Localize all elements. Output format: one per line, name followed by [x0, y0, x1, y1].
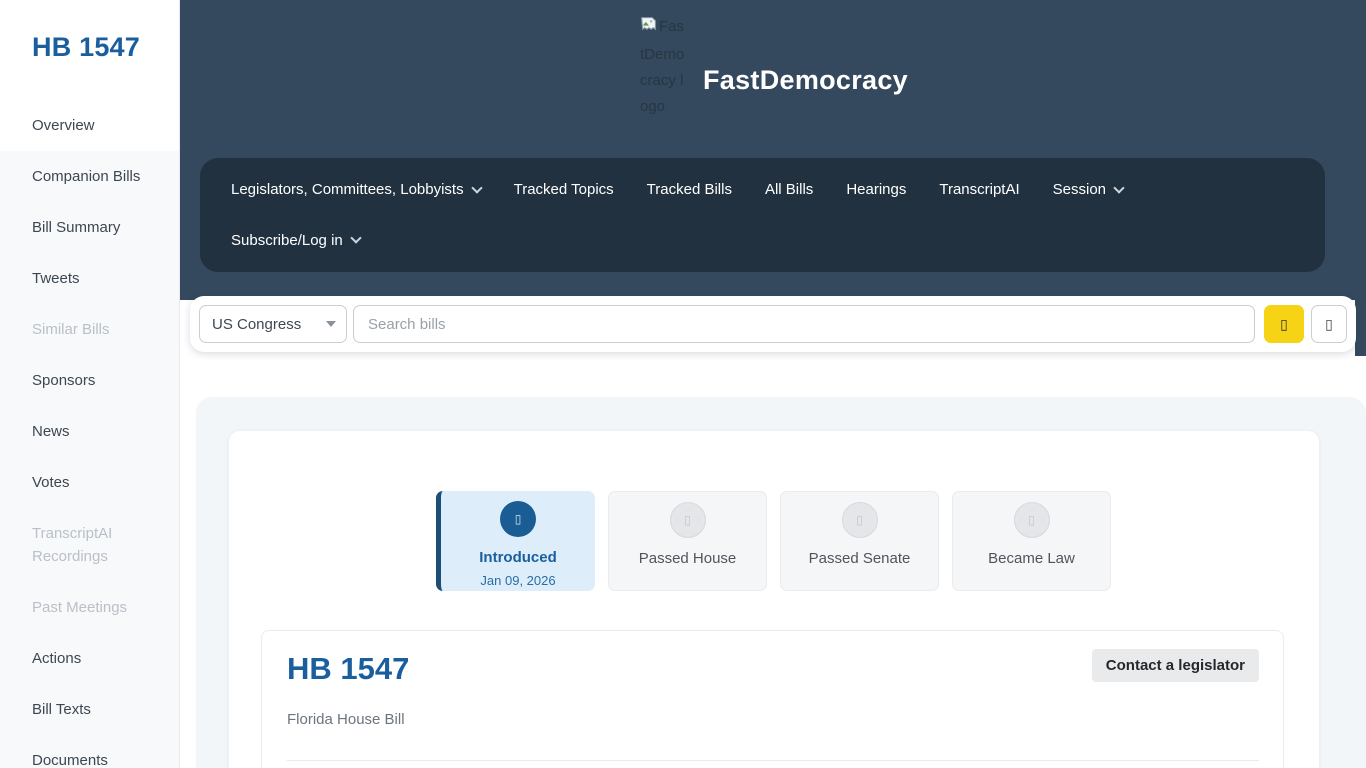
- broken-image-icon: [640, 16, 657, 42]
- nav-label: All Bills: [765, 181, 813, 198]
- main-panel: ▯ Introduced Jan 09, 2026 ▯ Passed House…: [196, 397, 1366, 768]
- sidebar-bill-title: HB 1547: [32, 32, 179, 63]
- step-date: Jan 09, 2026: [441, 573, 595, 588]
- missing-glyph-icon: ▯: [515, 512, 522, 526]
- nav-item-subscribe-login[interactable]: Subscribe/Log in: [231, 232, 360, 249]
- passed-house-step-icon: ▯: [670, 502, 706, 538]
- sidebar: HB 1547 Overview Companion Bills Bill Su…: [0, 0, 180, 768]
- sidebar-item-overview[interactable]: Overview: [0, 100, 179, 151]
- sidebar-item-past-meetings: Past Meetings: [0, 582, 179, 633]
- passed-senate-step-icon: ▯: [842, 502, 878, 538]
- nav-item-all-bills[interactable]: All Bills: [765, 181, 813, 198]
- nav-row-secondary: Subscribe/Log in: [231, 229, 1294, 253]
- progress-step-passed-house: ▯ Passed House: [608, 491, 767, 591]
- step-label: Introduced: [441, 549, 595, 566]
- bill-subtitle: Florida House Bill: [287, 711, 1259, 728]
- nav-item-tracked-topics[interactable]: Tracked Topics: [514, 181, 614, 198]
- sidebar-item-tweets[interactable]: Tweets: [0, 253, 179, 304]
- nav-label: Subscribe/Log in: [231, 232, 343, 249]
- search-input[interactable]: [353, 305, 1255, 343]
- brand-title[interactable]: FastDemocracy: [703, 65, 908, 96]
- sidebar-item-actions[interactable]: Actions: [0, 633, 179, 684]
- select-caret-icon: [326, 321, 336, 327]
- chevron-down-icon: [471, 182, 482, 193]
- search-bar: US Congress ▯ ▯: [190, 296, 1356, 352]
- search-icon: ▯: [1280, 316, 1288, 332]
- sidebar-item-news[interactable]: News: [0, 406, 179, 457]
- search-options-button[interactable]: ▯: [1311, 305, 1347, 343]
- bill-progress-tracker: ▯ Introduced Jan 09, 2026 ▯ Passed House…: [436, 491, 1111, 591]
- sidebar-item-bill-summary[interactable]: Bill Summary: [0, 202, 179, 253]
- step-label: Became Law: [953, 550, 1110, 567]
- progress-step-introduced: ▯ Introduced Jan 09, 2026: [436, 491, 595, 591]
- nav-item-legislators-committees-lobbyists[interactable]: Legislators, Committees, Lobbyists: [231, 181, 481, 198]
- contact-legislator-button[interactable]: Contact a legislator: [1092, 649, 1259, 682]
- jurisdiction-selected-value: US Congress: [212, 316, 301, 333]
- sidebar-header: HB 1547: [0, 0, 179, 100]
- page: FastDemocracy logo FastDemocracy Legisla…: [0, 0, 1366, 768]
- nav-label: Tracked Bills: [647, 181, 732, 198]
- nav-item-session[interactable]: Session: [1053, 181, 1123, 198]
- progress-step-passed-senate: ▯ Passed Senate: [780, 491, 939, 591]
- chevron-down-icon: [1113, 182, 1124, 193]
- sidebar-item-companion-bills[interactable]: Companion Bills: [0, 151, 179, 202]
- nav-label: Session: [1053, 181, 1106, 198]
- nav-item-tracked-bills[interactable]: Tracked Bills: [647, 181, 732, 198]
- sidebar-item-similar-bills: Similar Bills: [0, 304, 179, 355]
- missing-glyph-icon: ▯: [684, 513, 691, 527]
- missing-glyph-icon: ▯: [1325, 316, 1333, 332]
- broken-logo-image[interactable]: FastDemocracy logo: [640, 14, 688, 120]
- sidebar-menu: Overview Companion Bills Bill Summary Tw…: [0, 100, 179, 768]
- nav-item-transcriptai[interactable]: TranscriptAI: [939, 181, 1019, 198]
- main-nav: Legislators, Committees, Lobbyists Track…: [200, 158, 1325, 272]
- step-label: Passed Senate: [781, 550, 938, 567]
- sidebar-item-transcriptai-recordings: TranscriptAI Recordings: [0, 508, 179, 582]
- sidebar-item-sponsors[interactable]: Sponsors: [0, 355, 179, 406]
- sidebar-item-votes[interactable]: Votes: [0, 457, 179, 508]
- sidebar-item-bill-texts[interactable]: Bill Texts: [0, 684, 179, 735]
- nav-item-hearings[interactable]: Hearings: [846, 181, 906, 198]
- missing-glyph-icon: ▯: [856, 513, 863, 527]
- header-notch: [1355, 300, 1366, 356]
- sidebar-item-documents[interactable]: Documents: [0, 735, 179, 768]
- nav-label: Hearings: [846, 181, 906, 198]
- progress-step-became-law: ▯ Became Law: [952, 491, 1111, 591]
- nav-row-primary: Legislators, Committees, Lobbyists Track…: [231, 178, 1294, 202]
- became-law-step-icon: ▯: [1014, 502, 1050, 538]
- search-button[interactable]: ▯: [1264, 305, 1304, 343]
- introduced-step-icon: ▯: [500, 501, 536, 537]
- jurisdiction-select[interactable]: US Congress: [199, 305, 347, 343]
- nav-label: TranscriptAI: [939, 181, 1019, 198]
- nav-label: Legislators, Committees, Lobbyists: [231, 181, 464, 198]
- step-label: Passed House: [609, 550, 766, 567]
- missing-glyph-icon: ▯: [1028, 513, 1035, 527]
- nav-label: Tracked Topics: [514, 181, 614, 198]
- chevron-down-icon: [350, 233, 361, 244]
- site-header: FastDemocracy logo FastDemocracy Legisla…: [180, 0, 1366, 300]
- divider: [287, 760, 1259, 761]
- bill-header-card: HB 1547 Florida House Bill Contact a leg…: [261, 630, 1284, 768]
- bill-overview-card: ▯ Introduced Jan 09, 2026 ▯ Passed House…: [228, 430, 1320, 768]
